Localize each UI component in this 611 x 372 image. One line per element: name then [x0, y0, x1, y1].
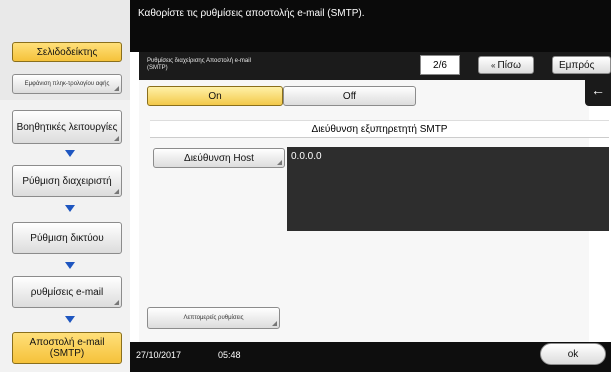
- corner-indicator-icon: [272, 321, 277, 326]
- page-indicator: 2/6: [420, 55, 460, 75]
- sidebar-item-network[interactable]: Ρύθμιση δικτύου: [12, 222, 122, 254]
- host-address-button[interactable]: Διεύθυνση Host: [153, 148, 285, 168]
- forward-button[interactable]: Εμπρός: [552, 56, 611, 74]
- arrow-down-icon: [64, 262, 76, 272]
- status-bar: 27/10/2017 05:48: [130, 342, 611, 372]
- arrow-down-icon: [64, 205, 76, 215]
- host-address-label: Διεύθυνση Host: [184, 152, 254, 164]
- corner-indicator-icon: [114, 86, 119, 91]
- touch-keyboard-label: Εμφάνιση πληκ-τρολογίου αφής: [24, 80, 110, 87]
- sidebar-item-label: Ρύθμιση διαχειριστή: [22, 175, 112, 187]
- sidebar-item-admin[interactable]: Ρύθμιση διαχειριστή: [12, 165, 122, 197]
- instruction-text: Καθορίστε τις ρυθμίσεις αποστολής e-mail…: [138, 8, 365, 19]
- back-button[interactable]: « Πίσω: [478, 56, 534, 74]
- corner-indicator-icon: [114, 189, 119, 194]
- smtp-section-label: Διεύθυνση εξυπηρετητή SMTP: [311, 123, 448, 135]
- ok-button[interactable]: ok: [540, 343, 606, 365]
- panel-back-tab[interactable]: ←: [585, 74, 611, 106]
- double-left-arrow-icon: «: [491, 60, 496, 70]
- sidebar-item-label: Βοηθητικές λειτουργίες: [16, 121, 118, 133]
- back-label: Πίσω: [497, 59, 521, 71]
- sidebar-item-label: Αποστολή e-mail (SMTP): [29, 337, 105, 359]
- sidebar-item-utility[interactable]: Βοηθητικές λειτουργίες: [12, 110, 122, 144]
- subheader: Ρυθμίσεις διαχείρισης Αποστολή e-mail (S…: [139, 52, 611, 80]
- corner-indicator-icon: [277, 160, 282, 165]
- page-number: 2/6: [433, 59, 447, 71]
- left-arrow-icon: ←: [591, 82, 605, 98]
- host-value: 0.0.0.0: [291, 151, 322, 162]
- off-label: Off: [342, 90, 357, 102]
- detailed-settings-label: Λεπτομερείς ρυθμίσεις: [183, 314, 244, 321]
- breadcrumb: Ρυθμίσεις διαχείρισης Αποστολή e-mail (S…: [147, 58, 251, 71]
- bookmark-label: Σελιδοδείκτης: [36, 46, 98, 58]
- bookmark-button[interactable]: Σελιδοδείκτης: [12, 42, 122, 62]
- sidebar: Σελιδοδείκτης Εμφάνιση πληκ-τρολογίου αφ…: [0, 0, 130, 372]
- ok-label: ok: [567, 348, 579, 360]
- off-toggle-button[interactable]: Off: [283, 86, 416, 106]
- status-date: 27/10/2017: [136, 350, 182, 360]
- screen: Σελιδοδείκτης Εμφάνιση πληκ-τρολογίου αφ…: [0, 0, 611, 372]
- sidebar-item-label: Ρύθμιση δικτύου: [30, 232, 104, 244]
- sidebar-item-smtp[interactable]: Αποστολή e-mail (SMTP): [12, 332, 122, 364]
- on-toggle-button[interactable]: On: [147, 86, 283, 106]
- smtp-section-header: Διεύθυνση εξυπηρετητή SMTP: [150, 120, 609, 138]
- detailed-settings-button[interactable]: Λεπτομερείς ρυθμίσεις: [147, 307, 280, 329]
- on-label: On: [208, 90, 222, 102]
- arrow-down-icon: [64, 150, 76, 160]
- forward-label: Εμπρός: [559, 59, 595, 71]
- sidebar-item-email[interactable]: ρυθμίσεις e-mail: [12, 276, 122, 308]
- corner-indicator-icon: [114, 136, 119, 141]
- status-time: 05:48: [218, 350, 241, 360]
- instruction-bar: Καθορίστε τις ρυθμίσεις αποστολής e-mail…: [130, 0, 611, 52]
- touch-keyboard-button[interactable]: Εμφάνιση πληκ-τρολογίου αφής: [12, 74, 122, 94]
- corner-indicator-icon: [114, 300, 119, 305]
- sidebar-item-label: ρυθμίσεις e-mail: [30, 286, 104, 298]
- arrow-down-icon: [64, 316, 76, 326]
- host-value-field[interactable]: 0.0.0.0: [287, 147, 609, 231]
